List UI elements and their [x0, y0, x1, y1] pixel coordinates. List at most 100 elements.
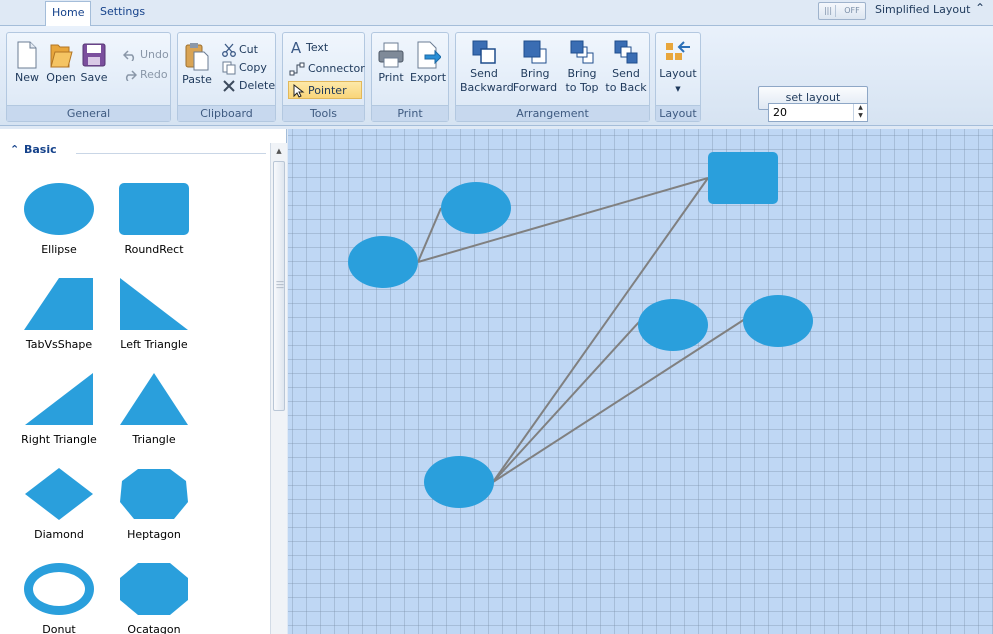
bring-forward-label-1: Bring — [520, 67, 550, 80]
send-backward-label-1: Send — [470, 67, 498, 80]
palette-shape-octagon[interactable]: Ocatagon — [109, 561, 199, 634]
redo-label: Redo — [140, 68, 168, 81]
group-print-label: Print — [372, 105, 448, 121]
open-folder-icon — [50, 44, 73, 68]
pointer-tool-label: Pointer — [308, 84, 347, 97]
send-to-back-button[interactable]: Send to Back — [604, 39, 648, 95]
send-backward-label-2: Backward — [460, 81, 514, 94]
delete-x-icon — [223, 80, 235, 92]
palette-shape-donut[interactable]: Donut — [14, 561, 104, 634]
text-tool-button[interactable]: A Text — [289, 39, 328, 57]
redo-icon — [125, 70, 137, 81]
palette-shape-roundrect[interactable]: RoundRect — [109, 181, 199, 256]
left-triangle-shape-icon — [120, 278, 188, 330]
undo-icon — [123, 50, 135, 61]
diagram-node-ellipse[interactable] — [424, 456, 494, 508]
group-arrangement: Send Backward Bring Forward Bring to Top — [455, 32, 650, 122]
pointer-tool-button[interactable]: Pointer — [288, 81, 362, 99]
export-button[interactable]: Export — [410, 41, 446, 85]
save-label: Save — [80, 71, 108, 84]
send-to-back-label-2: to Back — [605, 81, 647, 94]
diagram-canvas[interactable] — [288, 129, 993, 634]
tab-home[interactable]: Home — [45, 1, 92, 26]
scrollbar-thumb[interactable]: — — — — [273, 161, 285, 411]
palette-scrollbar[interactable]: ▲ — — — — [270, 143, 287, 634]
send-to-back-label-1: Send — [612, 67, 640, 80]
palette-shape-ellipse[interactable]: Ellipse — [14, 181, 104, 256]
spinner-arrows-icon[interactable]: ▲ ▼ — [853, 104, 867, 121]
palette-shape-diamond[interactable]: Diamond — [14, 466, 104, 541]
shape-palette: ⌃ Basic Ellipse RoundRect TabVsShape Left… — [0, 129, 287, 634]
connector-line[interactable] — [417, 207, 442, 263]
shape-label: TabVsShape — [25, 338, 93, 351]
scroll-up-arrow-icon[interactable]: ▲ — [271, 143, 287, 159]
palette-shape-triangle[interactable]: Triangle — [109, 371, 199, 446]
shape-label: Donut — [42, 623, 76, 634]
group-tools-label: Tools — [283, 105, 364, 121]
delete-button[interactable]: Delete — [222, 77, 275, 95]
bring-to-top-icon — [570, 40, 594, 64]
group-print: Print Export Print — [371, 32, 449, 122]
paste-button[interactable]: Paste — [180, 41, 214, 87]
diagram-node-ellipse[interactable] — [743, 295, 813, 347]
palette-section-title: Basic — [24, 143, 57, 156]
diagram-node-ellipse[interactable] — [348, 236, 418, 288]
triangle-shape-icon — [120, 373, 188, 425]
section-divider — [76, 153, 266, 154]
tab-settings[interactable]: Settings — [94, 1, 151, 26]
roundrect-shape-icon — [119, 183, 189, 235]
layout-spacing-spinner[interactable]: 20 ▲ ▼ — [768, 103, 868, 122]
shape-label: Diamond — [34, 528, 84, 541]
palette-shape-right-triangle[interactable]: Right Triangle — [14, 371, 104, 446]
bring-forward-icon — [523, 40, 547, 64]
undo-button[interactable]: Undo — [123, 46, 169, 64]
export-label: Export — [410, 71, 447, 84]
connector-tool-button[interactable]: Connector — [289, 60, 365, 78]
open-button[interactable]: Open — [45, 41, 77, 85]
group-clipboard: Paste Cut Copy Delete Clipboard — [177, 32, 276, 122]
cut-label: Cut — [239, 43, 258, 56]
layout-dropdown-button[interactable]: Layout ▼ — [657, 39, 699, 96]
copy-button[interactable]: Copy — [222, 59, 267, 77]
palette-section-header[interactable]: ⌃ Basic — [10, 143, 57, 156]
print-button[interactable]: Print — [374, 41, 408, 85]
simplified-layout-toggle[interactable]: ||| OFF — [818, 2, 866, 20]
palette-shape-heptagon[interactable]: Heptagon — [109, 466, 199, 541]
diagram-surface — [348, 152, 813, 508]
diagram-node-ellipse[interactable] — [638, 299, 708, 351]
group-general: New Open Save Undo Redo General — [6, 32, 171, 122]
heptagon-shape-icon — [120, 469, 188, 519]
copy-icon — [222, 61, 236, 75]
new-document-icon — [17, 41, 37, 69]
new-label: New — [15, 71, 39, 84]
donut-shape-icon — [23, 562, 94, 616]
copy-label: Copy — [239, 61, 267, 74]
palette-shape-left-triangle[interactable]: Left Triangle — [109, 276, 199, 351]
bring-forward-button[interactable]: Bring Forward — [512, 39, 558, 95]
collapse-ribbon-icon[interactable]: ⌃ — [975, 1, 985, 15]
diagram-node-roundrect[interactable] — [708, 152, 778, 204]
cut-button[interactable]: Cut — [222, 41, 258, 59]
toggle-state: OFF — [844, 6, 860, 15]
group-layout-label: Layout — [656, 105, 700, 121]
palette-shape-tabvsshape[interactable]: TabVsShape — [14, 276, 104, 351]
bring-to-top-label-2: to Top — [565, 81, 599, 94]
send-backward-button[interactable]: Send Backward — [460, 39, 514, 95]
connector-tool-label: Connector — [308, 62, 365, 75]
right-triangle-shape-icon — [25, 373, 93, 425]
new-button[interactable]: New — [11, 41, 43, 85]
save-button[interactable]: Save — [79, 41, 109, 85]
printer-icon — [378, 42, 404, 68]
text-a-icon: A — [290, 39, 302, 57]
group-general-label: General — [7, 105, 170, 121]
redo-button[interactable]: Redo — [123, 66, 168, 84]
tabvsshape-shape-icon — [24, 278, 93, 330]
save-disk-icon — [82, 43, 106, 67]
paste-label: Paste — [182, 73, 212, 86]
shape-label: Heptagon — [127, 528, 181, 541]
diagram-node-ellipse[interactable] — [441, 182, 511, 234]
octagon-shape-icon — [120, 563, 188, 615]
diamond-shape-icon — [25, 468, 93, 520]
bring-to-top-button[interactable]: Bring to Top — [560, 39, 604, 95]
print-label: Print — [378, 71, 404, 84]
